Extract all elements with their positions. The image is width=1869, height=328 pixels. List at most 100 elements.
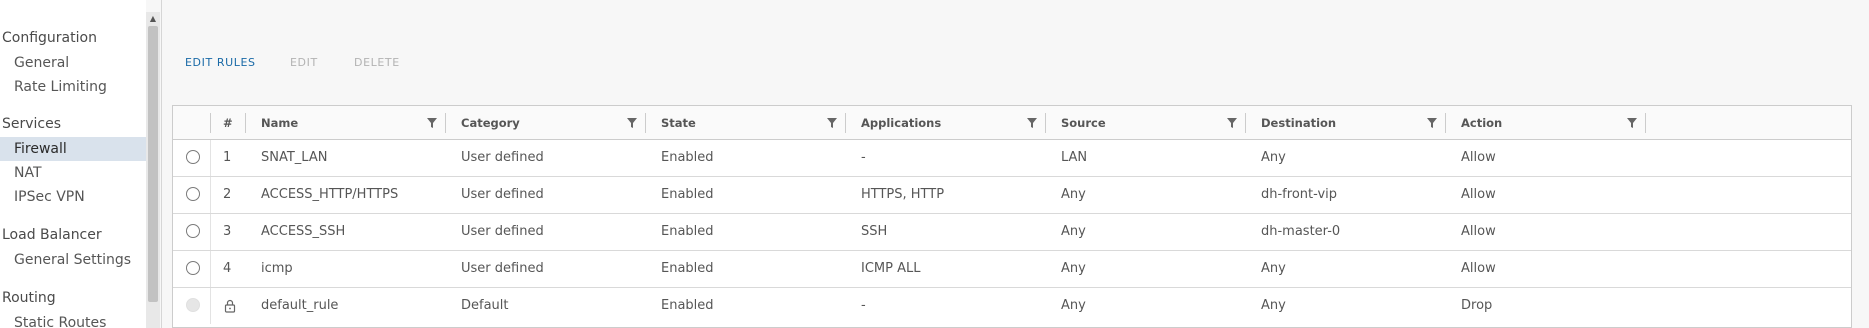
cell-action: Drop [1461, 298, 1493, 313]
column-header-category[interactable]: Category [461, 106, 520, 140]
nav-section-services: Services [2, 116, 62, 132]
table-row[interactable]: 3 ACCESS_SSH User defined Enabled SSH An… [173, 214, 1851, 251]
column-separator [210, 251, 211, 287]
cell-state: Enabled [661, 224, 714, 239]
column-separator [210, 214, 211, 250]
cell-name: ACCESS_SSH [261, 224, 346, 239]
column-header-destination[interactable]: Destination [1261, 106, 1336, 140]
state-filter-icon[interactable] [826, 116, 838, 130]
firewall-rules-table: # Name Category State Applications Sourc… [172, 105, 1852, 328]
column-header-source[interactable]: Source [1061, 106, 1106, 140]
sidebar-divider [161, 0, 162, 328]
cell-action: Allow [1461, 261, 1496, 276]
cell-number: 1 [223, 150, 232, 165]
sidebar-item-static-routes[interactable]: Static Routes [0, 311, 146, 328]
sidebar-nav: Configuration General Rate Limiting Serv… [0, 0, 146, 328]
cell-applications: - [861, 298, 866, 313]
table-row[interactable]: 2 ACCESS_HTTP/HTTPS User defined Enabled… [173, 177, 1851, 214]
cell-applications: HTTPS, HTTP [861, 187, 945, 202]
action-filter-icon[interactable] [1626, 116, 1638, 130]
sidebar-scrollbar[interactable]: ▲ [146, 12, 160, 328]
column-header-number: # [223, 116, 233, 130]
column-separator [210, 288, 211, 324]
cell-category: User defined [461, 150, 544, 165]
cell-source: LAN [1061, 150, 1088, 165]
cell-action: Allow [1461, 150, 1496, 165]
scrollbar-thumb[interactable] [148, 26, 158, 302]
delete-button[interactable]: DELETE [354, 56, 400, 69]
table-row[interactable]: default_rule Default Enabled - Any Any D… [173, 288, 1851, 325]
lock-icon [224, 299, 236, 313]
source-filter-icon[interactable] [1226, 116, 1238, 130]
cell-action: Allow [1461, 224, 1496, 239]
cell-action: Allow [1461, 187, 1496, 202]
sidebar-item-ipsec-vpn[interactable]: IPSec VPN [0, 185, 146, 209]
cell-destination: dh-front-vip [1261, 187, 1338, 202]
cell-source: Any [1061, 187, 1086, 202]
row-select-radio[interactable] [186, 261, 200, 275]
column-separator [210, 113, 211, 133]
cell-name: SNAT_LAN [261, 150, 328, 165]
cell-category: Default [461, 298, 509, 313]
sidebar-item-firewall[interactable]: Firewall [0, 137, 146, 161]
row-select-radio[interactable] [186, 224, 200, 238]
edit-rules-button[interactable]: EDIT RULES [185, 56, 256, 69]
cell-state: Enabled [661, 150, 714, 165]
cell-name: default_rule [261, 298, 339, 313]
cell-destination: Any [1261, 298, 1286, 313]
cell-category: User defined [461, 261, 544, 276]
cell-applications: SSH [861, 224, 888, 239]
cell-source: Any [1061, 298, 1086, 313]
name-filter-icon[interactable] [426, 116, 438, 130]
cell-name: ACCESS_HTTP/HTTPS [261, 187, 399, 202]
table-header: # Name Category State Applications Sourc… [173, 106, 1851, 140]
cell-destination: Any [1261, 261, 1286, 276]
cell-state: Enabled [661, 261, 714, 276]
column-header-action[interactable]: Action [1461, 106, 1502, 140]
scroll-up-arrow-icon[interactable]: ▲ [146, 12, 160, 26]
cell-state: Enabled [661, 298, 714, 313]
column-separator [245, 113, 246, 133]
cell-category: User defined [461, 224, 544, 239]
row-select-radio[interactable] [186, 187, 200, 201]
cell-category: User defined [461, 187, 544, 202]
cell-number: 4 [223, 261, 232, 276]
sidebar-item-rate-limiting[interactable]: Rate Limiting [0, 75, 146, 99]
cell-number: 2 [223, 187, 232, 202]
column-header-name[interactable]: Name [261, 106, 298, 140]
table-row[interactable]: 1 SNAT_LAN User defined Enabled - LAN An… [173, 140, 1851, 177]
column-header-applications[interactable]: Applications [861, 106, 941, 140]
cell-state: Enabled [661, 187, 714, 202]
cell-destination: dh-master-0 [1261, 224, 1341, 239]
column-separator [1245, 113, 1246, 133]
column-separator [1445, 113, 1446, 133]
column-separator [210, 177, 211, 213]
column-header-state[interactable]: State [661, 106, 696, 140]
column-separator [1645, 113, 1646, 133]
sidebar-item-general[interactable]: General [0, 51, 146, 75]
column-separator [210, 140, 211, 176]
nav-section-configuration: Configuration [2, 30, 97, 46]
sidebar-item-general-settings[interactable]: General Settings [0, 248, 146, 272]
cell-source: Any [1061, 261, 1086, 276]
table-row[interactable]: 4 icmp User defined Enabled ICMP ALL Any… [173, 251, 1851, 288]
cell-destination: Any [1261, 150, 1286, 165]
nav-section-load-balancer: Load Balancer [2, 227, 102, 243]
cell-number: 3 [223, 224, 232, 239]
cell-name: icmp [261, 261, 293, 276]
applications-filter-icon[interactable] [1026, 116, 1038, 130]
firewall-page: Configuration General Rate Limiting Serv… [0, 0, 1869, 328]
cell-source: Any [1061, 224, 1086, 239]
column-separator [1045, 113, 1046, 133]
cell-applications: ICMP ALL [861, 261, 921, 276]
category-filter-icon[interactable] [626, 116, 638, 130]
column-separator [845, 113, 846, 133]
cell-applications: - [861, 150, 866, 165]
edit-button[interactable]: EDIT [290, 56, 318, 69]
nav-section-routing: Routing [2, 290, 56, 306]
row-select-radio-disabled [186, 298, 200, 312]
row-select-radio[interactable] [186, 150, 200, 164]
sidebar-item-nat[interactable]: NAT [0, 161, 146, 185]
column-separator [645, 113, 646, 133]
destination-filter-icon[interactable] [1426, 116, 1438, 130]
